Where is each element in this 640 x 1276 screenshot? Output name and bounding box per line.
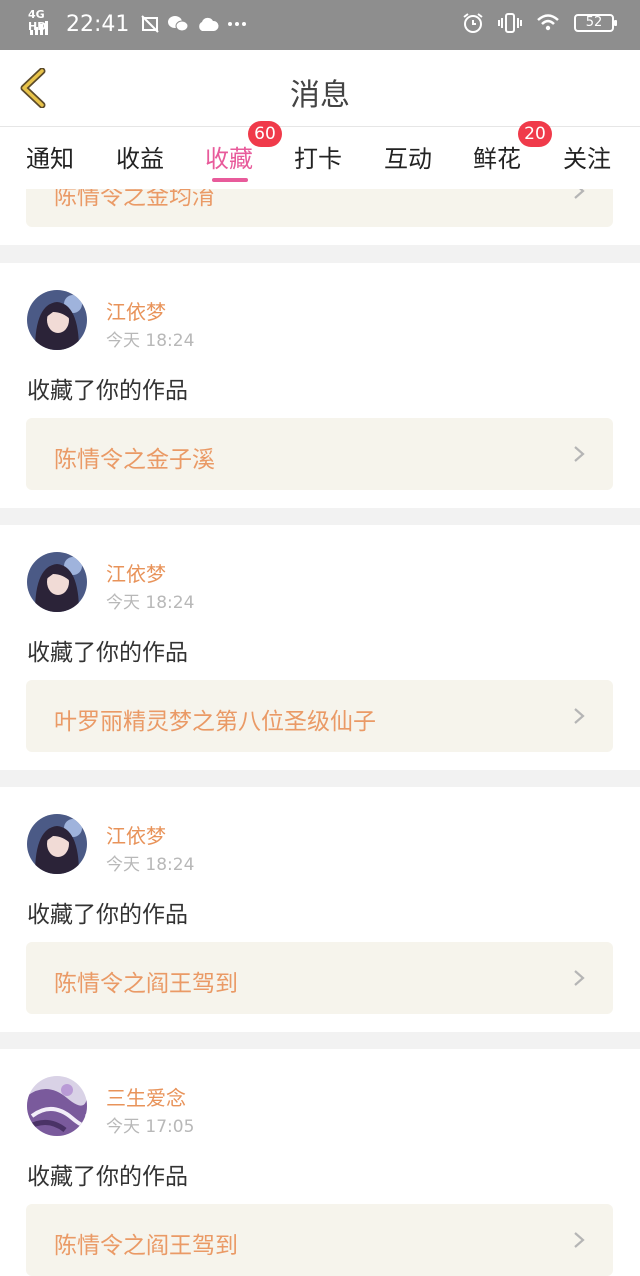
chevron-right-icon [574,970,585,986]
feed-card-partial: 陈情令之金均淯 [0,189,640,245]
work-title: 陈情令之阎王驾到 [54,971,238,997]
work-title: 陈情令之金子溪 [54,447,215,473]
wifi-icon [537,14,559,31]
timestamp: 今天 18:24 [106,855,195,875]
avatar[interactable] [27,1076,87,1136]
tab-flowers[interactable]: 鲜花 [473,139,521,174]
tab-following[interactable]: 关注 [563,139,611,174]
feed-card: 江依梦 今天 18:24 收藏了你的作品 陈情令之阎王驾到 [0,787,640,1032]
chevron-right-icon [574,446,585,462]
battery-level: 52 [585,15,603,30]
work-link[interactable]: 叶罗丽精灵梦之第八位圣级仙子 [26,680,613,752]
alarm-icon [463,13,483,33]
active-tab-indicator [212,178,248,182]
work-link[interactable]: 陈情令之阎王驾到 [26,942,613,1014]
tab-favorites[interactable]: 收藏 [205,139,253,174]
timestamp: 今天 18:24 [106,593,195,613]
status-time: 22:41 [66,11,130,37]
page-title: 消息 [290,78,350,113]
feed-card: 三生爱念 今天 17:05 收藏了你的作品 陈情令之阎王驾到 [0,1049,640,1276]
work-title: 陈情令之阎王驾到 [54,1233,238,1259]
no-image-icon [141,15,160,33]
user-name[interactable]: 江依梦 [106,558,166,587]
work-title: 陈情令之金均淯 [54,189,215,210]
avatar[interactable] [27,552,87,612]
action-text: 收藏了你的作品 [27,902,188,928]
favorites-count-badge: 60 [248,121,282,147]
work-link[interactable]: 陈情令之金子溪 [26,418,613,490]
tab-checkin[interactable]: 打卡 [294,139,342,174]
work-link[interactable]: 陈情令之阎王驾到 [26,1204,613,1276]
work-title: 叶罗丽精灵梦之第八位圣级仙子 [54,709,376,735]
action-text: 收藏了你的作品 [27,640,188,666]
timestamp: 今天 18:24 [106,331,195,351]
title-bar: 消息 [0,50,640,126]
user-name[interactable]: 江依梦 [106,820,166,849]
action-text: 收藏了你的作品 [27,378,188,404]
chevron-right-icon [574,708,585,724]
user-name[interactable]: 三生爱念 [106,1082,186,1111]
work-link[interactable]: 陈情令之金均淯 [26,189,613,227]
chevron-right-icon [574,189,585,199]
tab-interaction[interactable]: 互动 [384,139,432,174]
cloud-icon [199,17,219,31]
avatar[interactable] [27,814,87,874]
timestamp: 今天 17:05 [106,1117,195,1137]
user-name[interactable]: 江依梦 [106,296,166,325]
avatar[interactable] [27,290,87,350]
battery-icon: 52 [574,14,617,32]
flowers-count-badge: 20 [518,121,552,147]
vibrate-icon [498,13,522,33]
feed-card: 江依梦 今天 18:24 收藏了你的作品 叶罗丽精灵梦之第八位圣级仙子 [0,525,640,770]
chevron-right-icon [574,1232,585,1248]
more-dots-icon [228,22,247,26]
tab-notifications[interactable]: 通知 [26,139,74,174]
wechat-icon [168,16,189,32]
network-signal-icon: 4G HD [28,9,60,39]
tab-earnings[interactable]: 收益 [116,139,164,174]
tab-bar: 通知 收益 收藏 打卡 互动 鲜花 关注 60 20 [0,121,640,189]
feed-card: 江依梦 今天 18:24 收藏了你的作品 陈情令之金子溪 [0,263,640,508]
status-bar: 4G HD 22:41 52 [0,0,640,50]
action-text: 收藏了你的作品 [27,1164,188,1190]
